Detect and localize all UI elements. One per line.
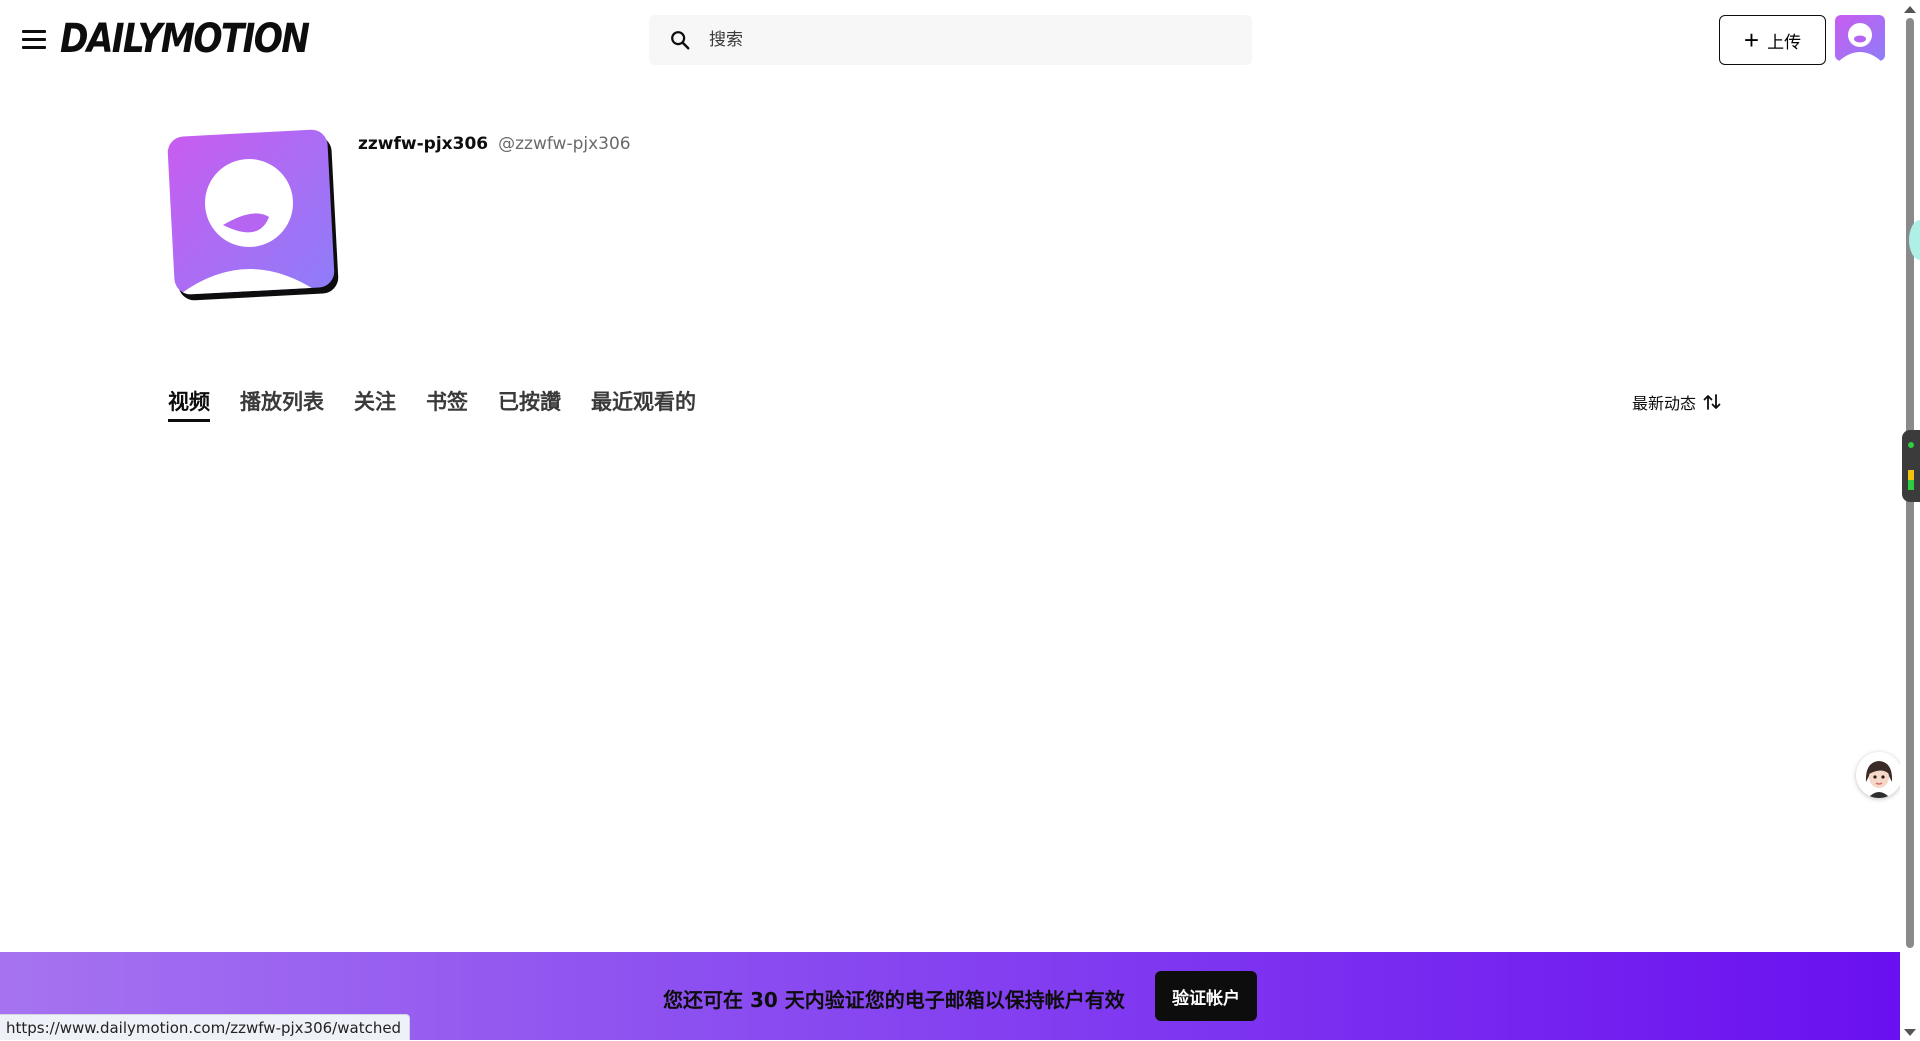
verify-account-button[interactable]: 验证帐户: [1155, 971, 1257, 1021]
tab-recently-watched[interactable]: 最近观看的: [591, 386, 696, 422]
banner-message: 您还可在 30 天内验证您的电子邮箱以保持帐户有效: [663, 988, 1125, 1012]
chat-assistant-button[interactable]: [1856, 752, 1902, 798]
search-icon: [671, 31, 690, 50]
user-avatar-icon: [1835, 15, 1885, 61]
tab-playlists[interactable]: 播放列表: [240, 386, 324, 422]
page-scrollbar[interactable]: [1900, 0, 1920, 1040]
profile-name-row: zzwfw-pjx306 @zzwfw-pjx306: [358, 134, 631, 154]
tab-following[interactable]: 关注: [354, 386, 396, 422]
profile-avatar-icon: [167, 129, 339, 301]
dailymotion-logo[interactable]: DAILYMOTION: [60, 14, 310, 64]
user-handle: @zzwfw-pjx306: [498, 134, 631, 154]
side-extension-widget[interactable]: [1902, 430, 1920, 502]
scroll-down-arrow-icon[interactable]: [1904, 1029, 1916, 1036]
scroll-up-arrow-icon[interactable]: [1904, 6, 1916, 13]
top-header: DAILYMOTION + 上传: [0, 0, 1900, 80]
sort-arrows-icon: [1703, 394, 1721, 410]
tab-bookmarks[interactable]: 书签: [426, 386, 468, 422]
tab-videos[interactable]: 视频: [168, 386, 210, 422]
tab-liked[interactable]: 已按讚: [498, 386, 561, 422]
assistant-avatar-icon: [1856, 752, 1902, 798]
profile-avatar: [163, 127, 339, 303]
upload-button[interactable]: + 上传: [1719, 15, 1826, 65]
search-input[interactable]: [707, 15, 1227, 65]
sort-label: 最新动态: [1632, 394, 1697, 413]
sort-button[interactable]: 最新动态: [1632, 390, 1722, 414]
user-avatar[interactable]: [1835, 15, 1885, 61]
search-bar[interactable]: [649, 15, 1252, 65]
plus-icon: +: [1743, 25, 1760, 55]
status-bar-url: https://www.dailymotion.com/zzwfw-pjx306…: [0, 1014, 411, 1040]
display-name: zzwfw-pjx306: [358, 134, 489, 154]
upload-button-label: 上传: [1767, 32, 1802, 52]
menu-icon[interactable]: [22, 28, 46, 50]
profile-tabs: 视频 播放列表 关注 书签 已按讚 最近观看的: [168, 386, 696, 422]
